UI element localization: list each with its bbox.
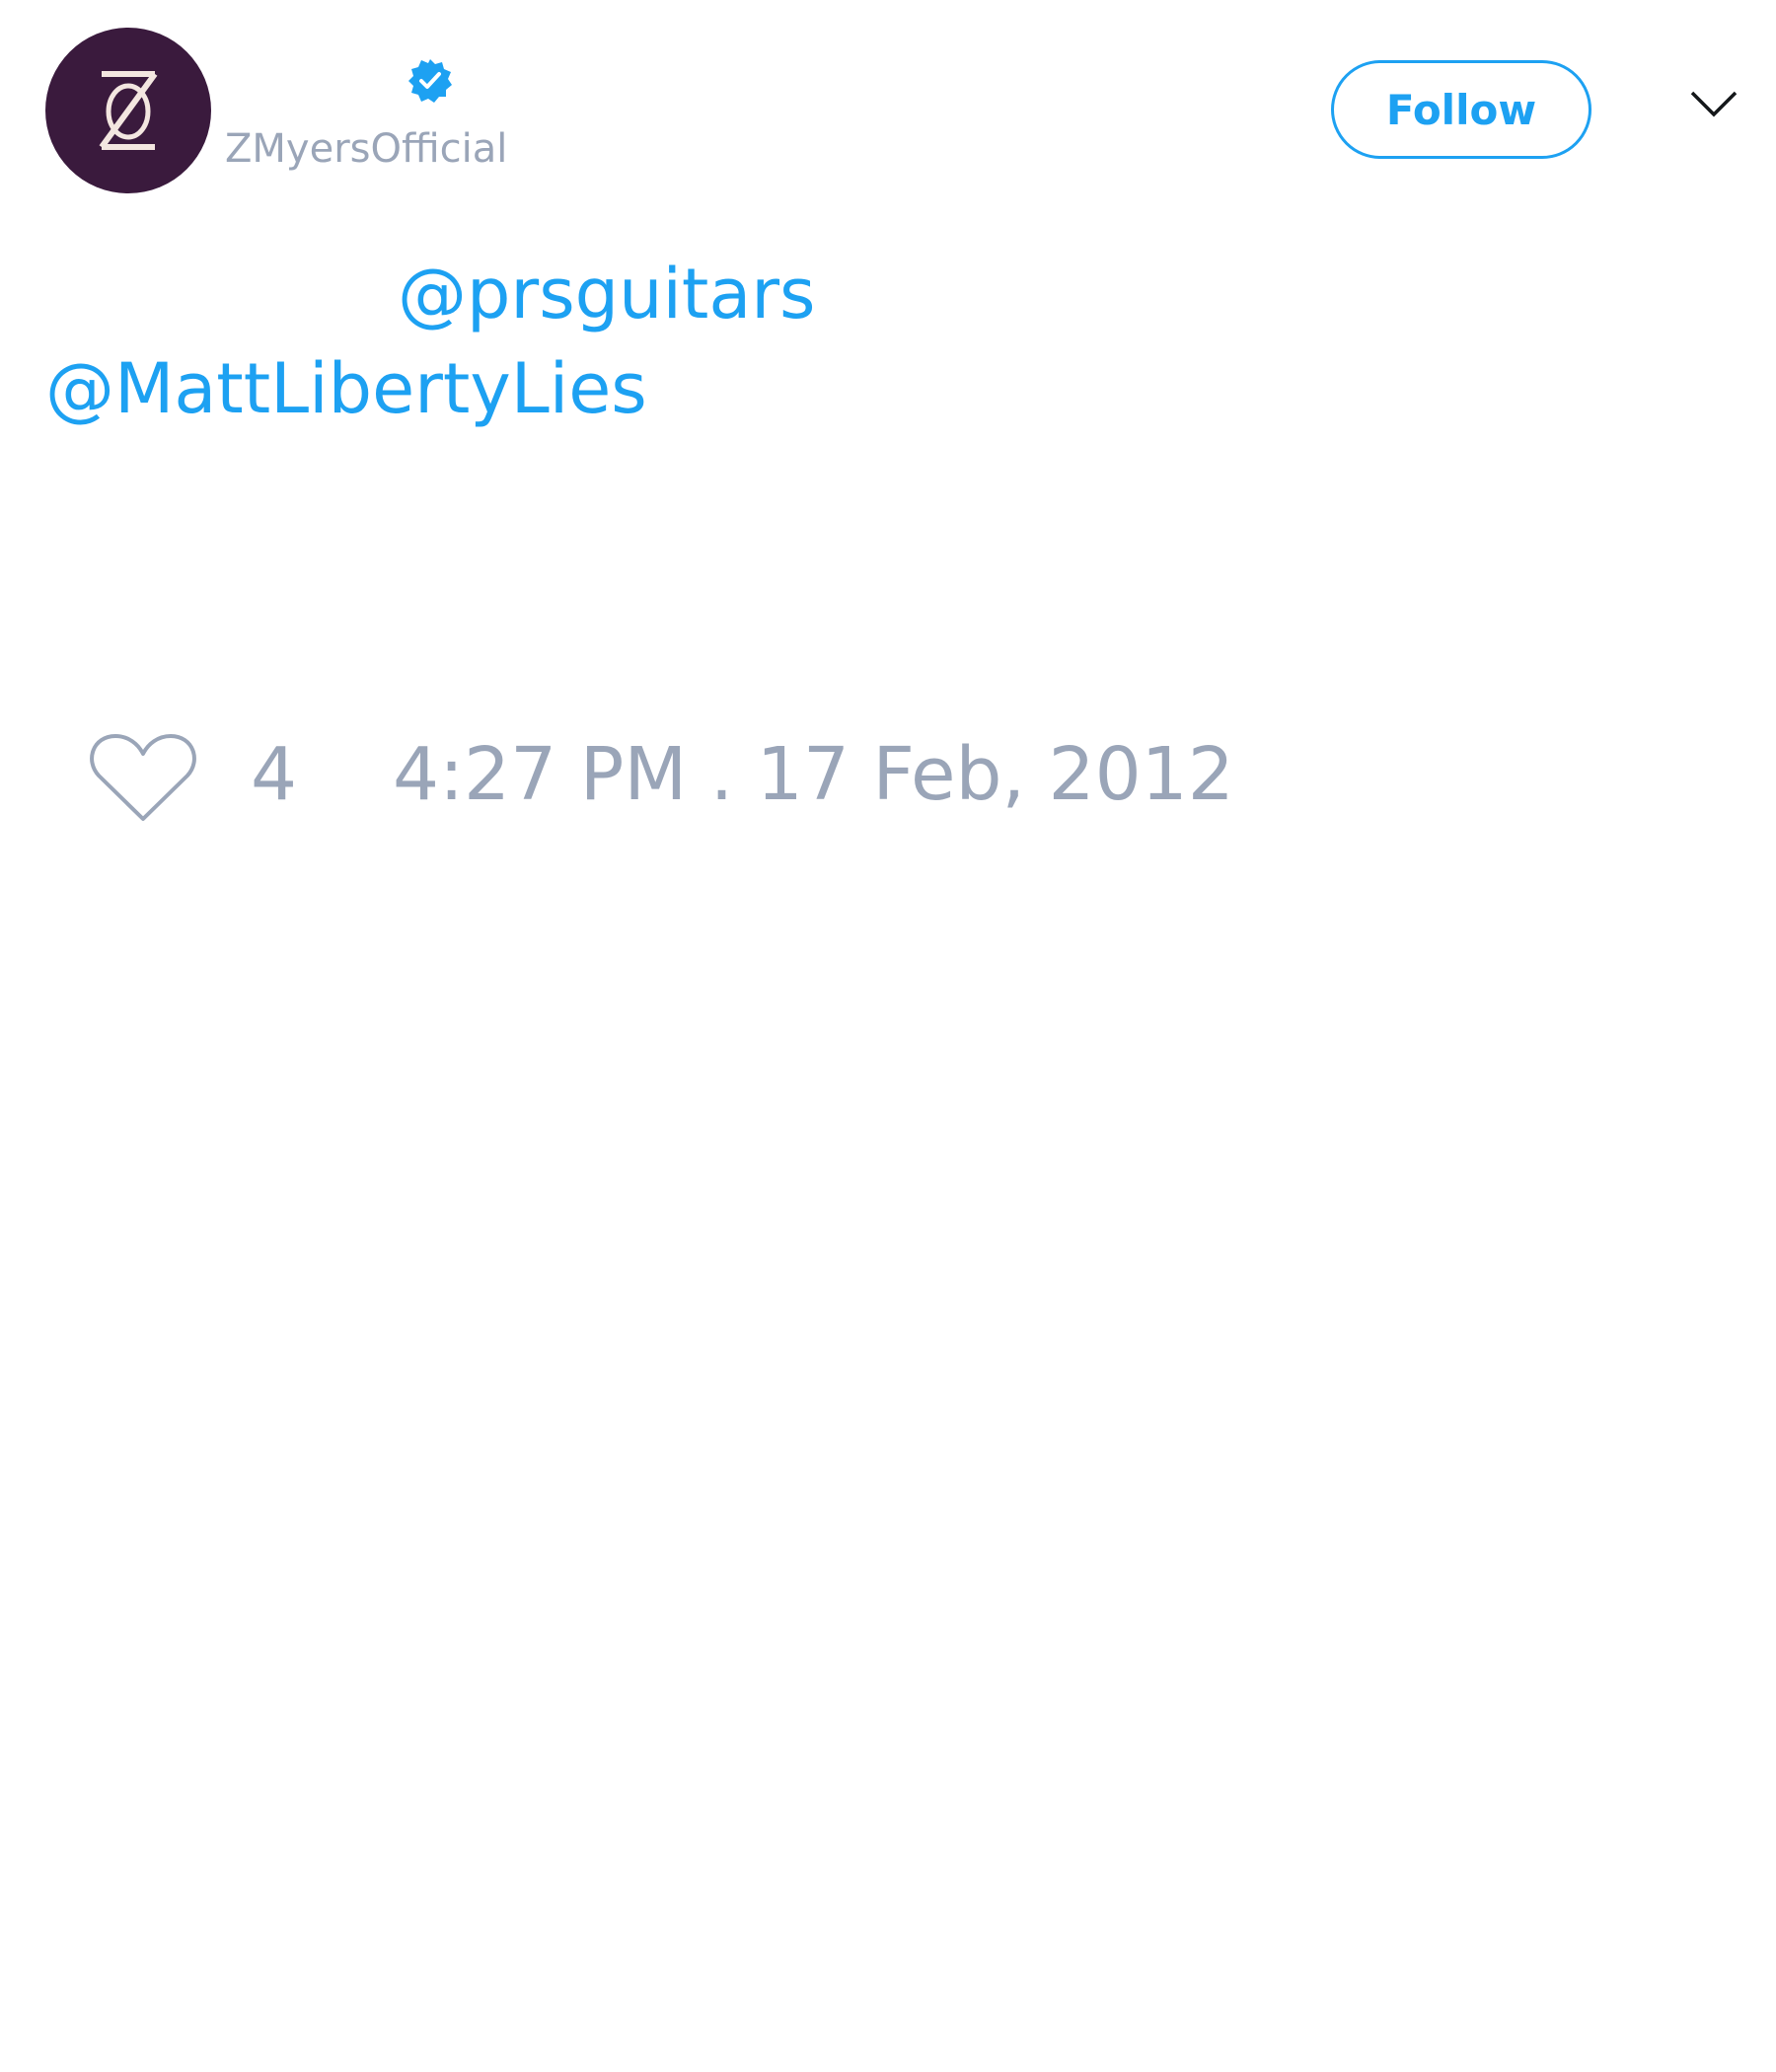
account-handle[interactable]: ZMyersOfficial — [225, 126, 507, 172]
avatar[interactable] — [45, 28, 211, 193]
tweet-embed: ZMyersOfficial Follow @prsguitars @MattL… — [0, 0, 1776, 2072]
heart-icon[interactable] — [89, 730, 197, 825]
chevron-down-icon[interactable] — [1689, 89, 1739, 118]
timestamp[interactable]: 4:27 PM . 17 Feb, 2012 — [393, 732, 1234, 817]
follow-button[interactable]: Follow — [1331, 60, 1591, 159]
verified-badge-icon — [408, 59, 452, 103]
zm-logo-icon — [99, 71, 158, 150]
mention-link[interactable]: @MattLibertyLies — [45, 348, 647, 429]
like-count: 4 — [251, 732, 298, 817]
mention-link[interactable]: @prsguitars — [45, 254, 816, 334]
tweet-text: @prsguitars @MattLibertyLies — [45, 247, 1723, 436]
